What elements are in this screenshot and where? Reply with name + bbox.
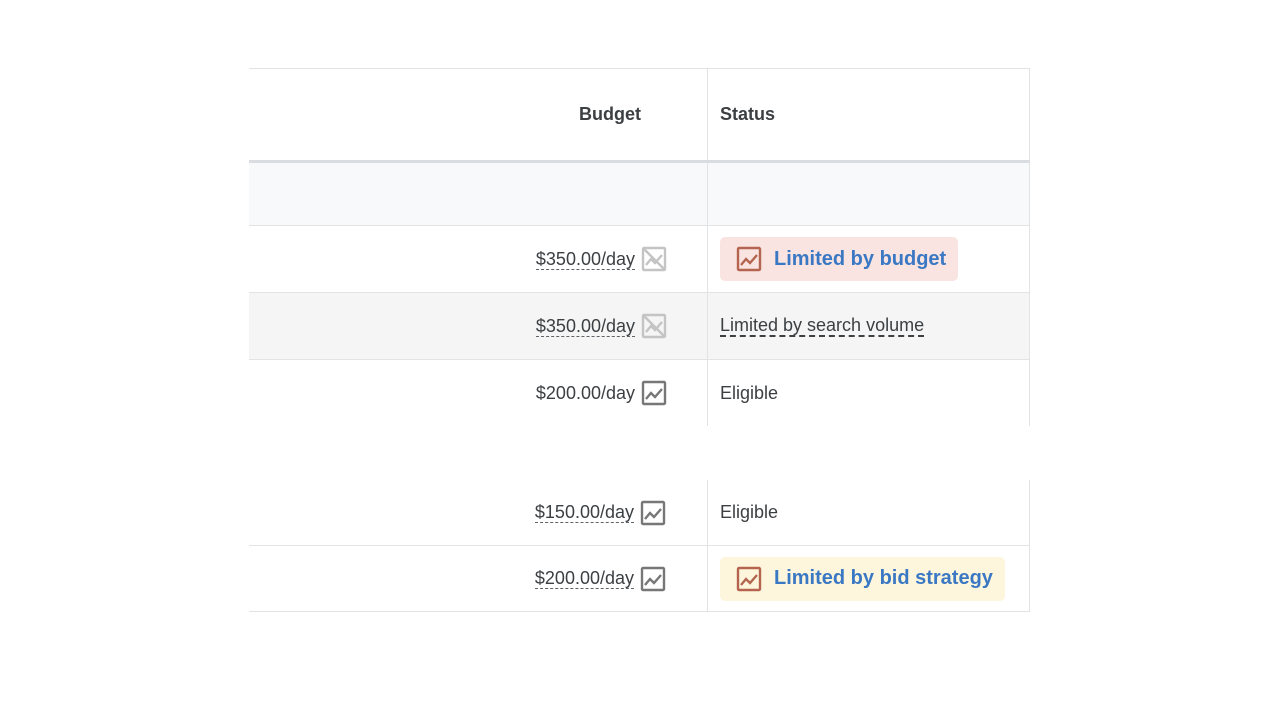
budget-cell: $150.00/day [249,480,707,545]
summary-status-cell [707,163,1030,225]
budget-amount[interactable]: $350.00/day [535,316,635,337]
status-cell: Eligible [707,480,1030,545]
summary-budget-cell [249,163,707,225]
status-cell: Limited by budget [707,226,1030,292]
campaign-table-bottom: $150.00/day Eligible $200.00/day Limited… [249,480,1030,612]
status-header-label: Status [720,104,776,124]
budget-cell: $200.00/day [249,546,707,611]
chip-label: Limited by budget [774,247,947,270]
table-row: $200.00/day Limited by bid strategy [249,546,1030,612]
budget-header-label: Budget [579,104,641,124]
table-row: $200.00/day Eligible [249,360,1030,426]
table-header-row: Budget Status [249,69,1030,163]
eligible-status: Eligible [720,382,779,403]
budget-amount[interactable]: $200.00/day [534,568,634,589]
chart-icon[interactable] [640,500,666,526]
chart-disabled-icon[interactable] [641,246,667,272]
chart-icon[interactable] [641,380,667,406]
budget-cell: $350.00/day [249,293,707,359]
budget-cell: $200.00/day [249,360,707,426]
limited-by-budget-chip[interactable]: Limited by budget [720,237,959,281]
chart-icon [736,246,762,272]
budget-amount[interactable]: $150.00/day [534,502,634,523]
limited-by-search-volume-status[interactable]: Limited by search volume [720,315,925,337]
table-row: $150.00/day Eligible [249,480,1030,546]
chip-label: Limited by bid strategy [774,567,993,589]
column-header-status[interactable]: Status [707,69,1030,160]
chart-icon[interactable] [640,566,666,592]
status-cell: Eligible [707,360,1030,426]
table-row: $350.00/day Limited by budget [249,226,1030,293]
chart-disabled-icon[interactable] [641,313,667,339]
column-header-budget[interactable]: Budget [249,69,707,160]
status-cell: Limited by search volume [707,293,1030,359]
eligible-status: Eligible [720,502,779,522]
summary-row [249,163,1030,226]
table-row: $350.00/day Limited by search volume [249,293,1030,360]
limited-by-bid-strategy-chip[interactable]: Limited by bid strategy [720,556,1005,601]
campaign-table-top: Budget Status $350.00/day Limited by bud… [249,68,1030,426]
budget-amount[interactable]: $350.00/day [535,249,635,270]
budget-cell: $350.00/day [249,226,707,292]
budget-amount: $200.00/day [535,382,635,403]
chart-icon [736,566,762,592]
status-cell: Limited by bid strategy [707,546,1030,611]
